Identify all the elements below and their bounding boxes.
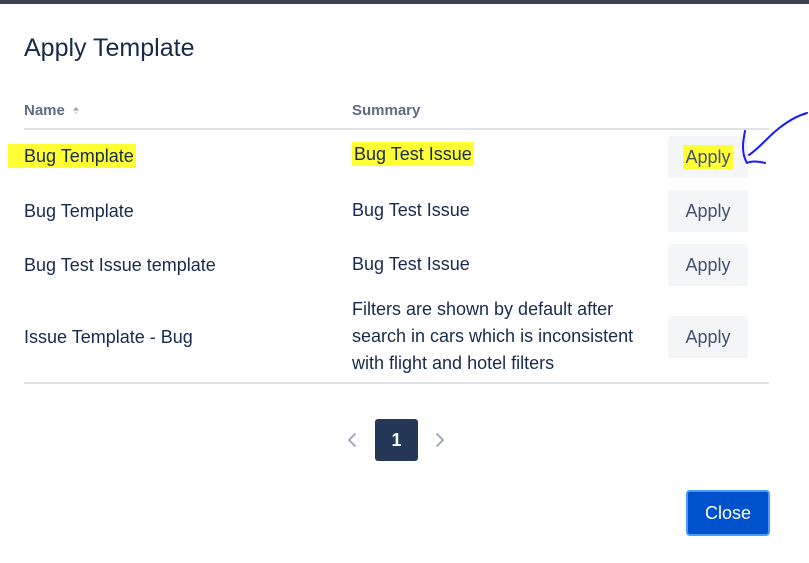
row-summary: Bug Test Issue: [352, 254, 470, 274]
table-row: Bug Test Issue template Bug Test Issue A…: [24, 238, 769, 292]
table-divider: [24, 382, 769, 384]
row-summary: Filters are shown by default after searc…: [352, 299, 634, 373]
apply-button[interactable]: Apply: [668, 316, 748, 358]
column-header-name[interactable]: Name: [24, 102, 80, 119]
row-name-cell: Bug Template: [8, 144, 136, 168]
previous-page-button[interactable]: [340, 419, 364, 461]
table-row: Bug Template Bug Test Issue Apply: [24, 184, 769, 238]
page-number-button[interactable]: 1: [375, 419, 418, 461]
next-page-button[interactable]: [428, 419, 452, 461]
pagination: 1: [340, 419, 460, 461]
row-summary-cell: Bug Test Issue: [352, 141, 657, 168]
column-header-name-label: Name: [24, 102, 65, 119]
row-name: Issue Template - Bug: [24, 327, 193, 347]
chevron-right-icon: [436, 433, 444, 447]
table-row: Issue Template - Bug Filters are shown b…: [24, 292, 769, 382]
row-summary: Bug Test Issue: [352, 142, 474, 166]
sort-icon[interactable]: [72, 106, 80, 116]
row-name: Bug Test Issue template: [24, 255, 216, 275]
table-row: Bug Template Bug Test Issue Apply: [8, 130, 769, 184]
dialog-title: Apply Template: [24, 34, 195, 62]
templates-table: Name Summary Bug Template Bug Test Issue…: [8, 90, 769, 384]
table-header: Name Summary: [24, 90, 769, 130]
row-name: Bug Template: [8, 144, 136, 168]
chevron-left-icon: [348, 433, 356, 447]
apply-button[interactable]: Apply: [668, 244, 748, 286]
apply-button[interactable]: Apply: [668, 190, 748, 232]
row-summary: Bug Test Issue: [352, 200, 470, 220]
top-bar: [0, 0, 809, 4]
column-header-summary: Summary: [352, 102, 421, 119]
close-button[interactable]: Close: [686, 490, 770, 536]
apply-button-label: Apply: [683, 144, 733, 169]
row-name: Bug Template: [24, 201, 134, 221]
hand-drawn-arrow-annotation: [742, 112, 808, 164]
